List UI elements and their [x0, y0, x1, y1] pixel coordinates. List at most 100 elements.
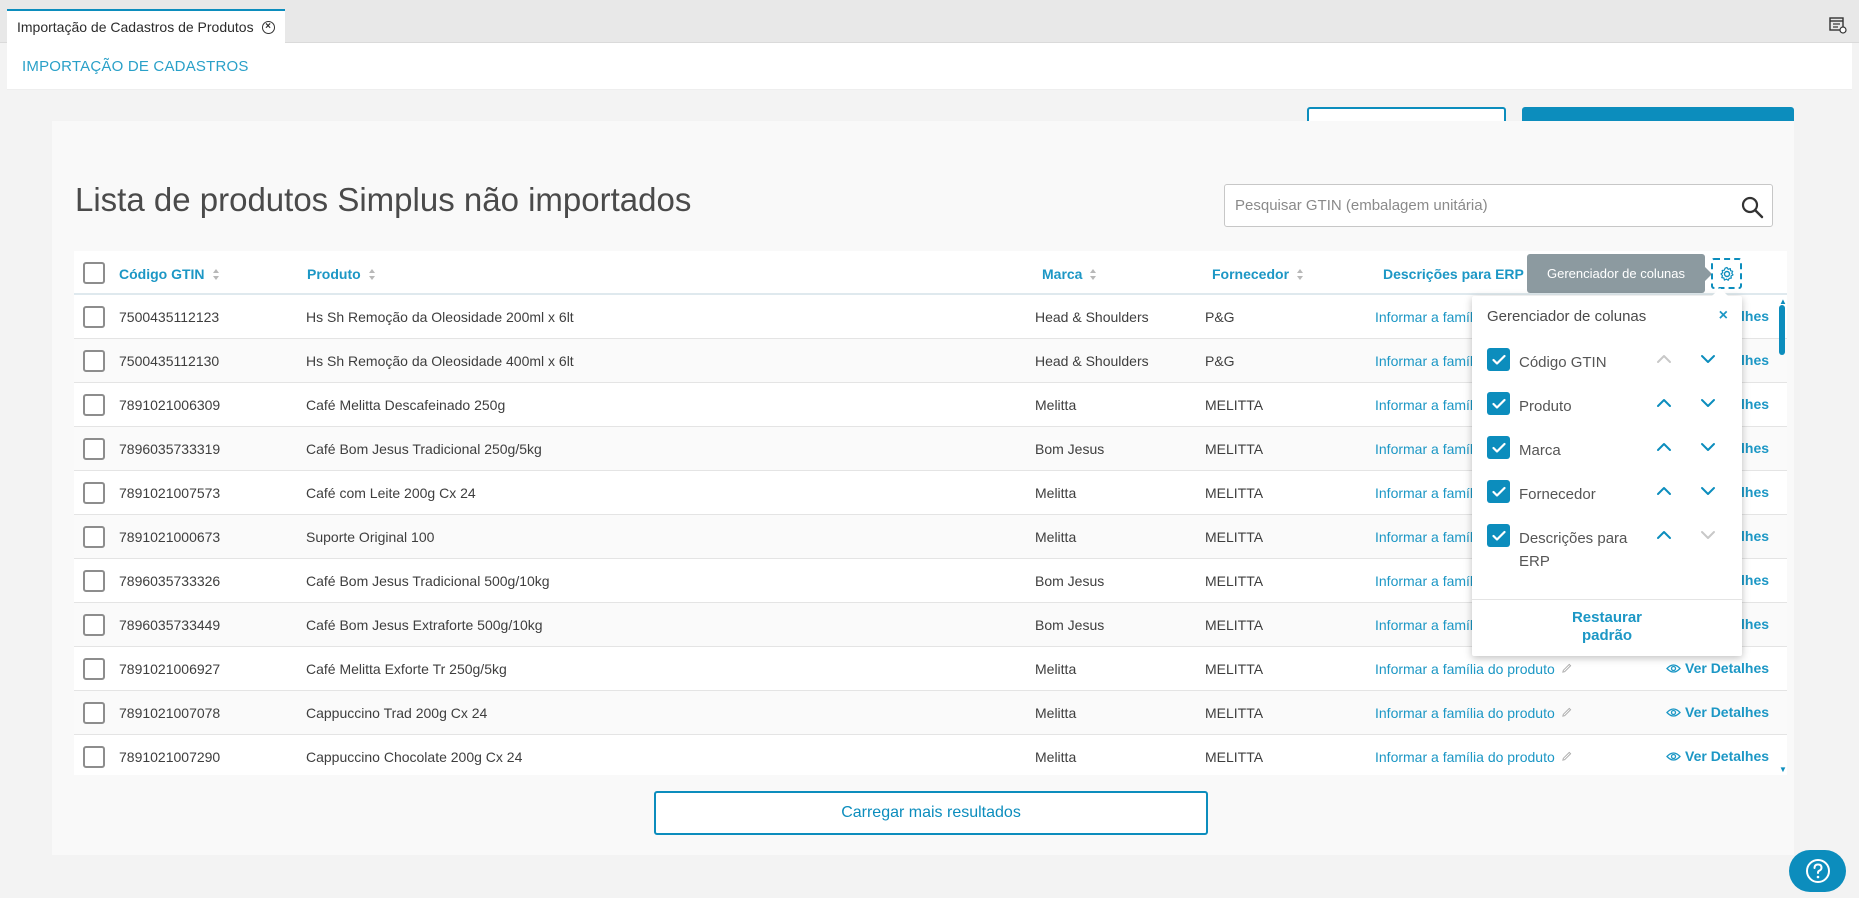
- cell-marca: Head & Shoulders: [1035, 309, 1149, 325]
- eye-icon: [1666, 707, 1681, 717]
- tab-bar: Importação de Cadastros de Produtos ×: [0, 0, 1859, 43]
- gear-icon: [1719, 266, 1734, 281]
- cell-produto: Café Melitta Descafeinado 250g: [306, 397, 506, 413]
- view-details-link[interactable]: Ver Detalhes: [1666, 660, 1769, 676]
- cell-fornecedor: MELITTA: [1205, 529, 1264, 545]
- column-manager-button[interactable]: [1711, 258, 1742, 289]
- row-checkbox[interactable]: [83, 658, 105, 680]
- chevron-up-icon[interactable]: [1655, 438, 1673, 456]
- cell-marca: Melitta: [1035, 397, 1077, 413]
- load-more-button[interactable]: Carregar mais resultados: [654, 791, 1208, 835]
- close-icon[interactable]: ×: [1719, 307, 1728, 325]
- column-manager-tooltip: Gerenciador de colunas: [1527, 254, 1712, 293]
- sort-icon: [1090, 268, 1097, 280]
- column-label: Código GTIN: [1519, 354, 1607, 371]
- view-details-link[interactable]: Ver Detalhes: [1666, 748, 1769, 764]
- search-input[interactable]: [1225, 185, 1725, 226]
- column-header-descricoes[interactable]: Descrições para ERP: [1383, 266, 1524, 282]
- check-icon: [1491, 530, 1506, 541]
- pencil-icon: [1561, 663, 1572, 673]
- column-header-gtin[interactable]: Código GTIN: [119, 266, 219, 282]
- chevron-down-icon[interactable]: [1699, 350, 1717, 368]
- page-title: IMPORTAÇÃO DE CADASTROS: [22, 58, 249, 75]
- chevron-down-icon[interactable]: [1699, 438, 1717, 456]
- cell-produto: Suporte Original 100: [306, 529, 435, 545]
- cell-fornecedor: MELITTA: [1205, 573, 1264, 589]
- cell-marca: Bom Jesus: [1035, 573, 1105, 589]
- cell-produto: Hs Sh Remoção da Oleosidade 400ml x 6lt: [306, 353, 574, 369]
- check-icon: [1491, 486, 1506, 497]
- check-icon: [1491, 398, 1506, 409]
- pencil-icon: [1561, 751, 1572, 761]
- chevron-up-icon[interactable]: [1655, 526, 1673, 544]
- scrollbar-thumb[interactable]: [1779, 305, 1785, 355]
- row-checkbox[interactable]: [83, 394, 105, 416]
- column-checkbox[interactable]: [1487, 392, 1510, 415]
- column-checkbox[interactable]: [1487, 524, 1510, 547]
- cell-marca: Head & Shoulders: [1035, 353, 1149, 369]
- inform-family-link[interactable]: Informar a família do produto: [1375, 705, 1572, 721]
- cell-gtin: 7891021007573: [119, 485, 221, 501]
- cell-fornecedor: MELITTA: [1205, 749, 1264, 765]
- chevron-up-icon[interactable]: [1655, 394, 1673, 412]
- cell-gtin: 7500435112123: [119, 309, 220, 325]
- row-checkbox[interactable]: [83, 526, 105, 548]
- restore-default-button[interactable]: Restaurar padrão: [1557, 609, 1657, 645]
- cell-marca: Melitta: [1035, 661, 1077, 677]
- row-checkbox[interactable]: [83, 570, 105, 592]
- column-checkbox[interactable]: [1487, 348, 1510, 371]
- chevron-up-icon[interactable]: [1655, 482, 1673, 500]
- help-button[interactable]: [1789, 850, 1846, 892]
- cell-gtin: 7891021006927: [119, 661, 221, 677]
- cell-produto: Café Bom Jesus Tradicional 250g/5kg: [306, 441, 542, 457]
- row-checkbox[interactable]: [83, 702, 105, 724]
- tab-title: Importação de Cadastros de Produtos: [17, 19, 254, 35]
- cell-produto: Café Bom Jesus Tradicional 500g/10kg: [306, 573, 550, 589]
- column-header-marca[interactable]: Marca: [1042, 266, 1097, 282]
- column-manager-title: Gerenciador de colunas: [1487, 308, 1647, 325]
- tab-close-icon[interactable]: ×: [261, 20, 275, 34]
- help-icon: [1805, 859, 1830, 883]
- inform-family-link[interactable]: Informar a família do produto: [1375, 661, 1572, 677]
- column-manager-footer: Restaurar padrão: [1472, 599, 1742, 656]
- chevron-down-icon[interactable]: [1699, 394, 1717, 412]
- row-checkbox[interactable]: [83, 746, 105, 768]
- cell-marca: Melitta: [1035, 529, 1077, 545]
- scroll-down-icon[interactable]: ▼: [1779, 765, 1787, 774]
- list-title: Lista de produtos Simplus não importados: [75, 181, 692, 218]
- row-checkbox[interactable]: [83, 614, 105, 636]
- cell-fornecedor: MELITTA: [1205, 705, 1264, 721]
- eye-icon: [1666, 751, 1681, 761]
- row-checkbox[interactable]: [83, 350, 105, 372]
- search-icon[interactable]: [1740, 195, 1764, 219]
- chevron-up-icon[interactable]: [1655, 350, 1673, 368]
- cell-produto: Café Bom Jesus Extraforte 500g/10kg: [306, 617, 543, 633]
- table-row: 7891021007290 Cappuccino Chocolate 200g C…: [74, 735, 1787, 775]
- row-checkbox[interactable]: [83, 482, 105, 504]
- cell-gtin: 7891021006309: [119, 397, 221, 413]
- cell-gtin: 7896035733449: [119, 617, 221, 633]
- eye-icon: [1666, 663, 1681, 673]
- check-icon: [1491, 354, 1506, 365]
- select-all-checkbox[interactable]: [83, 262, 105, 284]
- cell-marca: Melitta: [1035, 749, 1077, 765]
- cell-gtin: 7891021007078: [119, 705, 221, 721]
- cell-fornecedor: MELITTA: [1205, 661, 1264, 677]
- tab-importacao[interactable]: Importação de Cadastros de Produtos ×: [7, 9, 285, 43]
- window-list-icon[interactable]: [1829, 16, 1847, 34]
- cell-fornecedor: MELITTA: [1205, 441, 1264, 457]
- column-header-produto[interactable]: Produto: [307, 266, 375, 282]
- row-checkbox[interactable]: [83, 306, 105, 328]
- pencil-icon: [1561, 707, 1572, 717]
- column-checkbox[interactable]: [1487, 480, 1510, 503]
- inform-family-link[interactable]: Informar a família do produto: [1375, 749, 1572, 765]
- view-details-link[interactable]: Ver Detalhes: [1666, 704, 1769, 720]
- chevron-down-icon[interactable]: [1699, 526, 1717, 544]
- cell-gtin: 7500435112130: [119, 353, 220, 369]
- sort-icon: [212, 268, 219, 280]
- column-header-fornecedor[interactable]: Fornecedor: [1212, 266, 1304, 282]
- chevron-down-icon[interactable]: [1699, 482, 1717, 500]
- row-checkbox[interactable]: [83, 438, 105, 460]
- column-checkbox[interactable]: [1487, 436, 1510, 459]
- cell-marca: Bom Jesus: [1035, 441, 1105, 457]
